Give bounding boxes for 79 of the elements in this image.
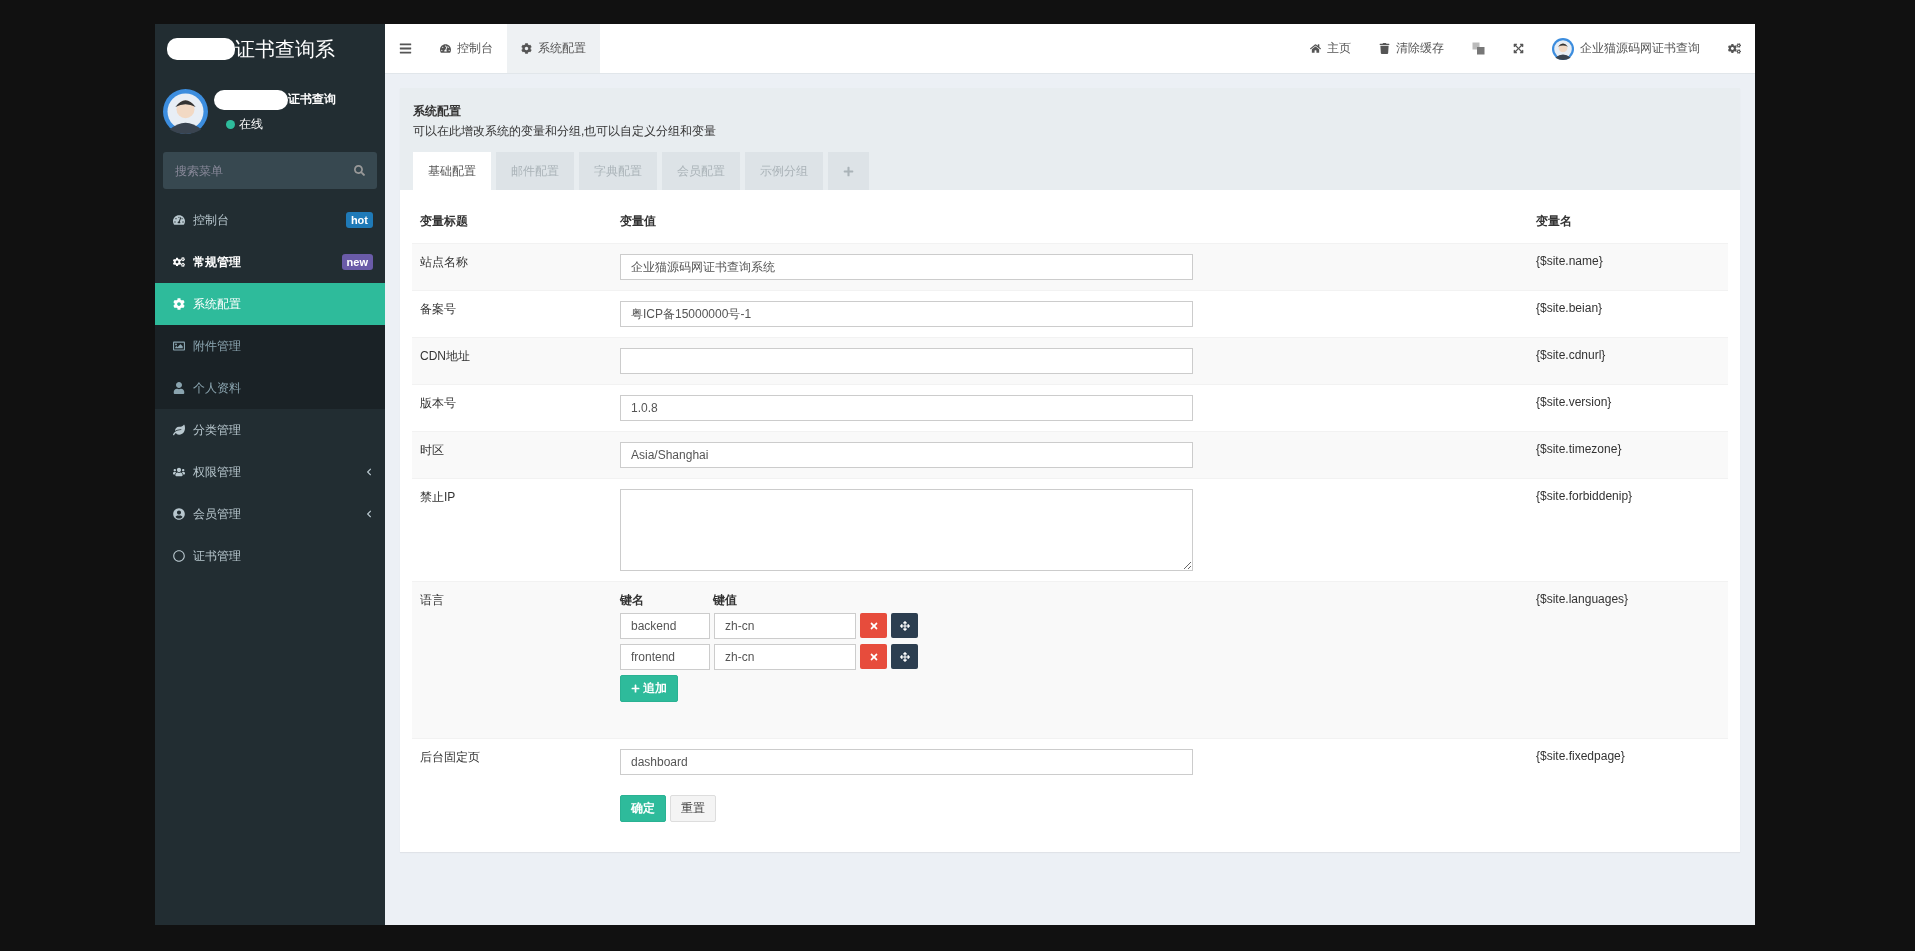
textarea-field[interactable]	[620, 489, 1193, 571]
fullscreen-icon	[1513, 43, 1524, 54]
menu-item[interactable]: 证书管理	[155, 535, 385, 577]
home-icon	[1310, 43, 1321, 54]
variable-name: {$site.cdnurl}	[1536, 348, 1606, 362]
gear-icon	[521, 43, 532, 54]
text-field[interactable]: dashboard	[620, 749, 1193, 775]
app-logo: 证书查询系	[235, 36, 335, 62]
move-icon	[899, 620, 910, 631]
drag-button[interactable]	[891, 644, 918, 669]
variable-name: {$site.languages}	[1536, 592, 1629, 606]
row-label: 备案号	[420, 302, 456, 316]
menu-badge: hot	[345, 212, 373, 228]
key-field[interactable]: frontend	[620, 644, 710, 670]
header-link[interactable]: 清除缓存	[1365, 24, 1458, 73]
row-label: 禁止IP	[420, 490, 456, 504]
dashboard-icon	[440, 43, 451, 54]
variable-name: {$site.timezone}	[1536, 442, 1622, 456]
move-icon	[899, 651, 910, 662]
menu-icon	[399, 42, 412, 55]
close-icon	[868, 651, 879, 662]
value-field[interactable]: zh-cn	[714, 644, 856, 670]
user-icon	[173, 382, 185, 394]
text-field[interactable]: 企业猫源码网证书查询系统	[620, 254, 1193, 280]
redaction-mark	[167, 38, 235, 60]
variable-name: {$site.version}	[1536, 395, 1612, 409]
header-link[interactable]: 主页	[1296, 24, 1365, 73]
gear-icon	[173, 298, 185, 310]
variable-name: {$site.fixedpage}	[1536, 749, 1625, 763]
user-menu[interactable]: 企业猫源码网证书查询	[1538, 24, 1714, 73]
translate-icon	[1472, 42, 1485, 55]
avatar-icon	[163, 88, 208, 134]
menu-item[interactable]: 个人资料	[155, 367, 385, 409]
row-label: 站点名称	[420, 255, 468, 269]
drag-button[interactable]	[891, 613, 918, 638]
close-icon	[868, 620, 879, 631]
menu-item[interactable]: 权限管理	[155, 451, 385, 493]
avatar-icon	[1552, 37, 1574, 60]
text-field[interactable]: 1.0.8	[620, 395, 1193, 421]
panel-description: 可以在此增改系统的变量和分组,也可以自定义分组和变量	[413, 123, 718, 140]
row-label: 语言	[420, 593, 444, 607]
gears-icon	[173, 256, 185, 268]
menu-item[interactable]: 控制台 hot	[155, 199, 385, 241]
row-label: 时区	[420, 443, 444, 457]
user-name: 证书查询	[288, 91, 336, 108]
column-label: 键值	[713, 592, 737, 609]
plus-icon	[843, 165, 854, 177]
menu-item[interactable]: 分类管理	[155, 409, 385, 451]
variable-name: {$site.forbiddenip}	[1536, 489, 1633, 503]
trash-icon	[1379, 43, 1390, 54]
variable-name: {$site.name}	[1536, 254, 1603, 268]
text-field[interactable]	[620, 348, 1193, 374]
user-status: 在线	[214, 115, 336, 133]
variable-name: {$site.beian}	[1536, 301, 1603, 315]
plus-icon	[631, 684, 640, 693]
column-label: 键名	[620, 592, 645, 609]
config-tab[interactable]: 基础配置	[413, 152, 491, 190]
text-field[interactable]: Asia/Shanghai	[620, 442, 1193, 468]
row-label: 版本号	[420, 396, 456, 410]
nav-tab[interactable]: 系统配置	[507, 24, 600, 73]
row-label: CDN地址	[420, 349, 470, 363]
menu-item[interactable]: 常规管理 new	[155, 241, 385, 283]
menu-item[interactable]: 会员管理	[155, 493, 385, 535]
row-label: 后台固定页	[420, 750, 480, 764]
image-icon	[173, 340, 185, 352]
menu-badge: new	[341, 254, 373, 270]
users-icon	[173, 466, 185, 478]
settings-icon	[1728, 42, 1741, 55]
text-field[interactable]: 粤ICP备15000000号-1	[620, 301, 1193, 327]
dashboard-icon	[173, 214, 185, 226]
menu-item[interactable]: 附件管理	[155, 325, 385, 367]
value-field[interactable]: zh-cn	[714, 613, 856, 639]
reset-button[interactable]: 重置	[670, 795, 716, 822]
leaf-icon	[173, 424, 185, 436]
search-field[interactable]: 搜索菜单	[163, 152, 377, 189]
key-field[interactable]: backend	[620, 613, 710, 639]
nav-tab[interactable]: 控制台	[426, 24, 507, 73]
search-icon	[354, 165, 365, 176]
panel-title: 系统配置	[413, 103, 462, 120]
